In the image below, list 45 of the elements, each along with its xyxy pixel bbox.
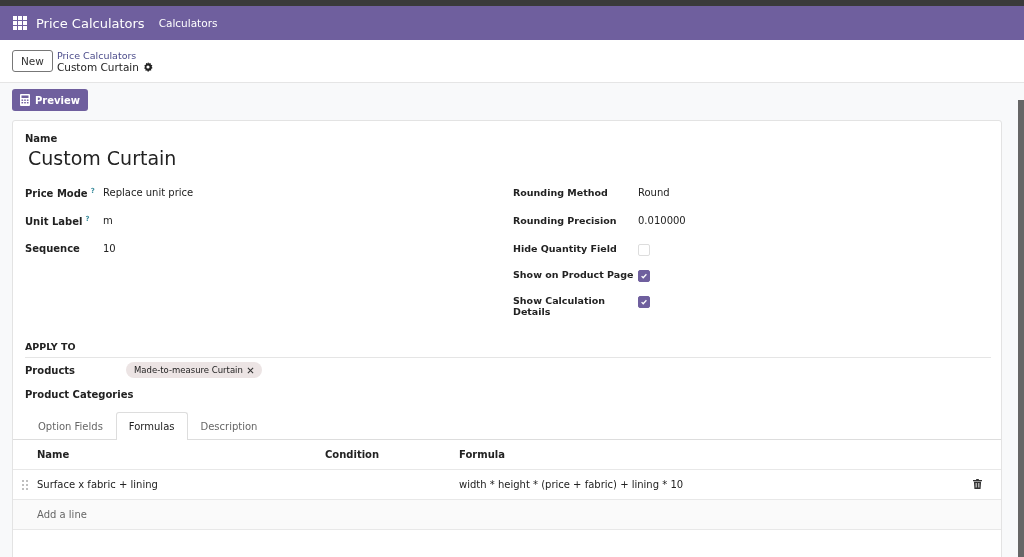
tab[interactable]: Description — [187, 412, 271, 440]
check-icon — [640, 272, 648, 280]
app-name[interactable]: Price Calculators — [36, 15, 145, 31]
tab[interactable]: Formulas — [115, 412, 188, 440]
trash-icon[interactable] — [973, 478, 982, 489]
section-title: APPLY TO — [25, 341, 991, 358]
field-label: Show on Product Page — [513, 269, 634, 280]
field-label: Unit Label — [25, 216, 83, 228]
new-button[interactable]: New — [12, 50, 53, 72]
field-label: Price Mode — [25, 188, 88, 200]
field-value[interactable]: 0.010000 — [638, 215, 686, 243]
product-tag[interactable]: Made-to-measure Curtain — [126, 362, 262, 378]
field-label: Show Calculation Details — [513, 295, 605, 317]
settings-icon[interactable] — [142, 61, 153, 72]
table-cell: Surface x fabric + lining — [37, 479, 158, 490]
record-title: Custom Curtain — [56, 60, 139, 73]
menu-item[interactable]: Calculators — [158, 17, 218, 29]
remove-icon[interactable] — [246, 366, 254, 374]
drag-handle-icon[interactable] — [22, 480, 28, 490]
checkbox[interactable] — [638, 270, 650, 282]
field-label: Products — [25, 364, 77, 376]
check-icon — [640, 298, 648, 306]
field-value[interactable]: Replace unit price — [103, 187, 194, 215]
field-label: Sequence — [25, 243, 80, 254]
tab[interactable]: Option Fields — [25, 412, 116, 440]
field-label: Hide Quantity Field — [513, 243, 617, 254]
checkbox[interactable] — [638, 296, 650, 308]
field-label: Product Categories — [25, 388, 134, 400]
column-header[interactable]: Formula — [459, 449, 505, 460]
table-cell: width * height * (price + fabric) + lining * 10 — [459, 479, 684, 490]
scrollbar[interactable] — [1018, 100, 1024, 557]
column-header[interactable]: Name — [37, 449, 70, 460]
apps-menu-icon[interactable] — [13, 16, 27, 30]
field-value[interactable]: Round — [638, 187, 670, 215]
calculator-icon — [20, 94, 30, 106]
field-value[interactable]: m — [103, 215, 113, 243]
field-value[interactable]: 10 — [103, 243, 116, 271]
field-label: Name — [25, 133, 59, 144]
breadcrumb-link[interactable]: Price Calculators — [56, 49, 153, 61]
field-label: Rounding Method — [513, 187, 608, 198]
name-field[interactable]: Custom Curtain — [28, 147, 1001, 169]
field-label: Rounding Precision — [513, 215, 617, 226]
column-header[interactable]: Condition — [325, 449, 380, 460]
preview-button[interactable]: Preview — [12, 89, 88, 111]
add-line-link[interactable]: Add a line — [37, 509, 87, 520]
